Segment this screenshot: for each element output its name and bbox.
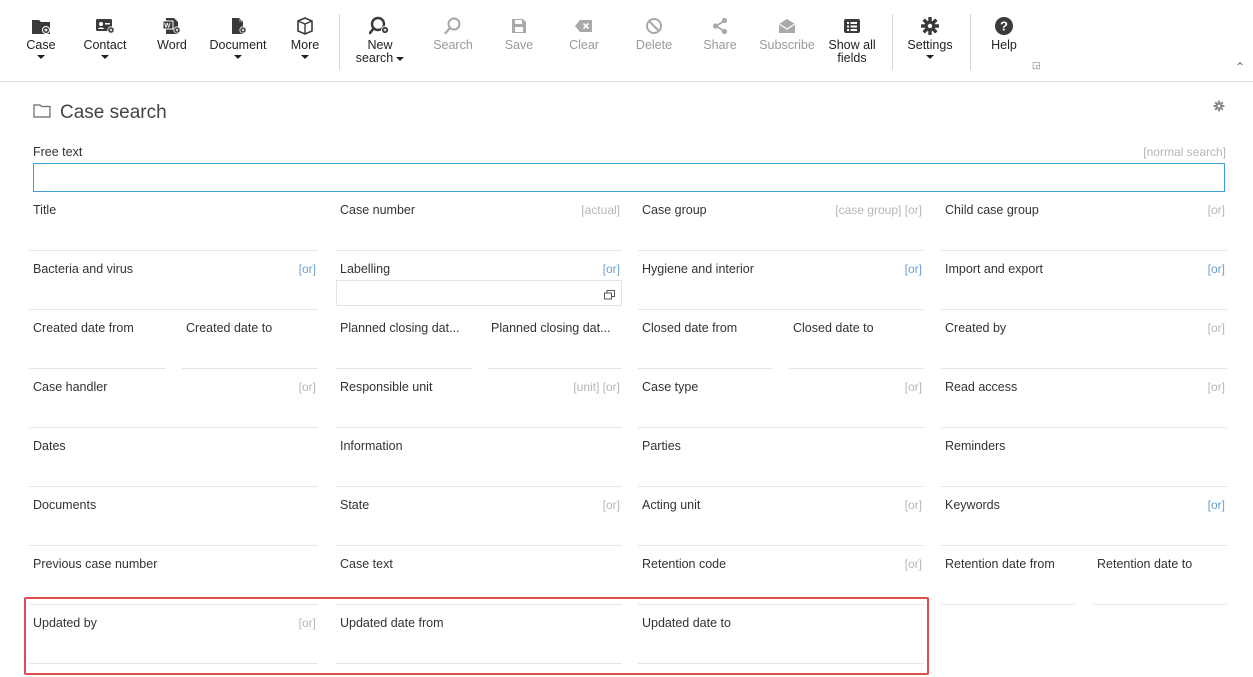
field-dates[interactable]: Dates	[29, 429, 318, 488]
highlight-box	[24, 597, 929, 675]
save-button-label: Save	[504, 38, 534, 52]
document-button[interactable]: Document	[206, 0, 270, 82]
field-closed-date-from[interactable]: Closed date from	[638, 311, 773, 370]
field-acting-unit[interactable]: Acting unit [or]	[638, 488, 924, 547]
box-icon	[294, 16, 316, 36]
share-button-label: Share	[703, 38, 737, 52]
ribbon-separator	[970, 14, 971, 70]
field-reminders[interactable]: Reminders	[941, 429, 1227, 488]
field-closed-date-to[interactable]: Closed date to	[789, 311, 924, 370]
field-created-date-from[interactable]: Created date from	[29, 311, 166, 370]
clear-button[interactable]: Clear	[562, 0, 606, 82]
field-documents[interactable]: Documents	[29, 488, 318, 547]
field-retention-date-to[interactable]: Retention date to	[1093, 547, 1227, 606]
field-import-and-export[interactable]: Import and export [or]	[941, 252, 1227, 311]
field-responsible-unit[interactable]: Responsible unit [unit] [or]	[336, 370, 622, 429]
settings-button[interactable]: Settings	[904, 0, 956, 82]
help-icon: ?	[993, 16, 1015, 36]
field-planned-closing-date-from[interactable]: Planned closing dat...	[336, 311, 472, 370]
field-information[interactable]: Information	[336, 429, 622, 488]
search-button[interactable]: Search	[428, 0, 478, 82]
new-search-button-label-2: search	[355, 51, 394, 65]
more-button[interactable]: More	[285, 0, 325, 82]
save-icon	[508, 16, 530, 36]
field-case-type[interactable]: Case type [or]	[638, 370, 924, 429]
list-icon	[841, 16, 863, 36]
document-add-icon	[227, 16, 249, 36]
document-button-label: Document	[209, 38, 267, 52]
word-document-icon: W	[161, 16, 183, 36]
subscribe-button[interactable]: Subscribe	[756, 0, 818, 82]
collapse-ribbon-icon[interactable]: ⌃	[1235, 60, 1245, 74]
free-text-label: Free text	[33, 145, 83, 159]
case-button-label: Case	[26, 38, 56, 52]
chevron-down-icon	[37, 55, 45, 59]
page-title: Case search	[33, 102, 167, 124]
svg-text:?: ?	[1000, 19, 1008, 34]
case-button[interactable]: Case	[22, 0, 60, 82]
field-case-handler[interactable]: Case handler [or]	[29, 370, 318, 429]
ribbon-toolbar: Case Contact W Word Document More New se…	[0, 0, 1253, 82]
field-state[interactable]: State [or]	[336, 488, 622, 547]
ribbon-separator	[339, 14, 340, 70]
svg-text:W: W	[164, 23, 171, 30]
clear-icon	[573, 16, 595, 36]
contact-button[interactable]: Contact	[78, 0, 132, 82]
field-created-date-to[interactable]: Created date to	[182, 311, 318, 370]
clear-button-label: Clear	[569, 38, 599, 52]
delete-icon	[643, 16, 665, 36]
field-child-case-group[interactable]: Child case group [or]	[941, 193, 1227, 252]
search-button-label: Search	[433, 38, 473, 52]
field-parties[interactable]: Parties	[638, 429, 924, 488]
word-button[interactable]: W Word	[152, 0, 192, 82]
field-title[interactable]: Title	[29, 193, 318, 252]
gear-icon[interactable]	[1213, 99, 1225, 117]
field-hygiene-and-interior[interactable]: Hygiene and interior [or]	[638, 252, 924, 311]
contact-card-icon	[94, 16, 116, 36]
contact-button-label: Contact	[83, 38, 127, 52]
labelling-input[interactable]	[336, 280, 622, 306]
delete-button-label: Delete	[635, 38, 673, 52]
gear-icon	[919, 16, 941, 36]
help-button-label: Help	[991, 38, 1017, 52]
field-read-access[interactable]: Read access [or]	[941, 370, 1227, 429]
show-all-fields-label-2: fields	[837, 51, 867, 65]
chevron-down-icon	[301, 55, 309, 59]
share-icon	[709, 16, 731, 36]
normal-search-link[interactable]: [normal search]	[1143, 145, 1226, 159]
folder-icon	[30, 16, 52, 36]
field-keywords[interactable]: Keywords [or]	[941, 488, 1227, 547]
new-search-icon	[369, 16, 391, 36]
word-button-label: Word	[157, 38, 187, 52]
field-case-group[interactable]: Case group [case group] [or]	[638, 193, 924, 252]
show-all-fields-button[interactable]: Show all fields	[826, 0, 878, 82]
subscribe-icon	[776, 16, 798, 36]
delete-button[interactable]: Delete	[630, 0, 678, 82]
chevron-down-icon	[926, 55, 934, 59]
field-labelling[interactable]: Labelling [or]	[336, 252, 622, 311]
share-button[interactable]: Share	[698, 0, 742, 82]
chevron-down-icon	[101, 55, 109, 59]
help-button[interactable]: ? Help	[984, 0, 1024, 82]
field-bacteria-and-virus[interactable]: Bacteria and virus [or]	[29, 252, 318, 311]
new-search-button[interactable]: New search	[354, 0, 406, 82]
ribbon-separator	[892, 14, 893, 70]
free-text-input[interactable]	[33, 163, 1225, 192]
picker-icon[interactable]	[604, 287, 615, 305]
save-button[interactable]: Save	[499, 0, 539, 82]
field-planned-closing-date-to[interactable]: Planned closing dat...	[487, 311, 622, 370]
more-button-label: More	[290, 38, 320, 52]
dialog-launcher-icon[interactable]: ◲	[1032, 60, 1041, 71]
settings-button-label: Settings	[907, 38, 953, 52]
field-case-number[interactable]: Case number [actual]	[336, 193, 622, 252]
chevron-down-icon	[234, 55, 242, 59]
field-retention-date-from[interactable]: Retention date from	[941, 547, 1075, 606]
subscribe-button-label: Subscribe	[759, 38, 815, 52]
search-icon	[442, 16, 464, 36]
page-title-text: Case search	[60, 102, 167, 123]
field-created-by[interactable]: Created by [or]	[941, 311, 1227, 370]
chevron-down-icon	[396, 56, 405, 61]
folder-outline-icon	[33, 102, 51, 124]
